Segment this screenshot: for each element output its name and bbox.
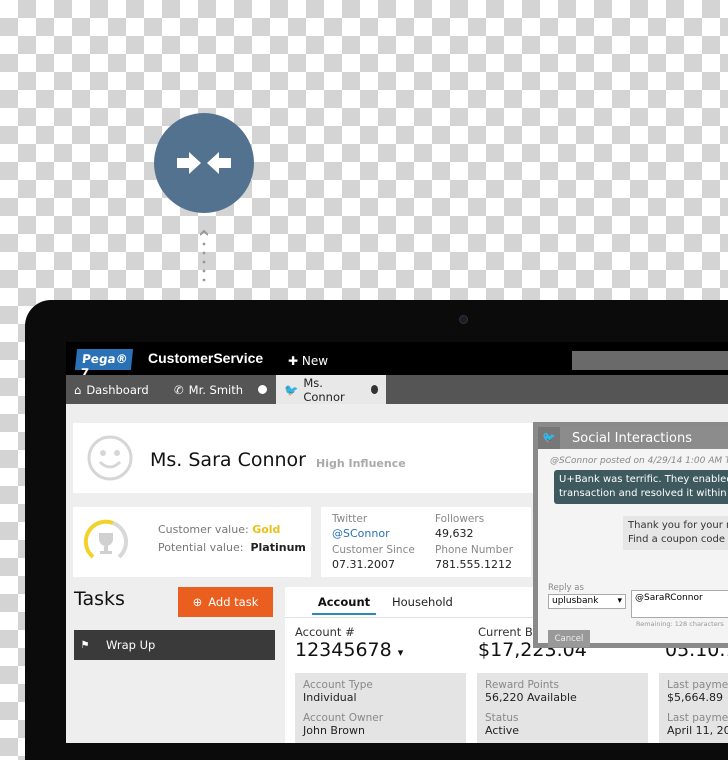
caret-down-icon: ▾ (617, 596, 622, 606)
twitter-icon: 🐦 (284, 382, 299, 397)
reply-textarea[interactable]: @SaraRConnor (631, 590, 728, 618)
customer-header: Ms. Sara Connor High Influence (73, 423, 533, 493)
social-title: Social Interactions (572, 430, 692, 446)
tab-label: Dashboard (86, 382, 149, 397)
account-number: 12345678 (295, 639, 392, 661)
add-task-button[interactable]: ⊕ Add task (178, 587, 273, 617)
merge-button[interactable] (154, 113, 254, 213)
twitter-label: Twitter (332, 513, 368, 525)
tab-household[interactable]: Household (392, 595, 453, 609)
search-input[interactable] (572, 351, 728, 370)
add-task-label: Add task (208, 595, 259, 609)
tab-bar: ⌂ Dashboard ✆ Mr. Smith 🐦 Ms. Connor (66, 375, 728, 404)
followers-value: 49,632 (435, 527, 474, 540)
home-icon: ⌂ (74, 382, 82, 397)
customer-name: Ms. Sara Connor (150, 449, 306, 471)
payment-info-box: Last paymen$5,664.89 Last paymenApril 11… (659, 673, 728, 743)
tasks-title: Tasks (74, 588, 125, 610)
value: Individual (303, 691, 357, 704)
customer-value: Customer value: Gold (158, 523, 280, 536)
post-meta: @SConnor posted on 4/29/14 1:00 AM T (550, 456, 728, 466)
value: 56,220 Available (485, 691, 577, 704)
tab-account[interactable]: Account (312, 595, 376, 615)
merge-arrows-icon (177, 152, 231, 174)
label: Last paymen (667, 712, 728, 724)
close-icon[interactable] (370, 385, 378, 394)
smiley-avatar-icon (87, 435, 133, 481)
remaining-count: Remaining: 128 characters (636, 620, 724, 628)
new-label: New (301, 354, 329, 368)
phone-icon: ✆ (174, 382, 184, 397)
value-card: Customer value: Gold Potential value: Pl… (73, 507, 311, 577)
phone-label: Phone Number (435, 544, 514, 556)
reply-as-select[interactable]: uplusbank ▾ (548, 594, 626, 609)
label: Account Owner (303, 712, 384, 724)
value: Platinum (250, 541, 306, 554)
post-line: transaction and resolved it within a m (559, 488, 728, 499)
phone-value: 781.555.1212 (435, 558, 512, 571)
dotted-connector (200, 229, 208, 282)
reply-line: Find a coupon code fo (628, 534, 728, 545)
value: John Brown (303, 724, 365, 737)
reply-line: Thank you for your m (628, 520, 728, 531)
value: $5,664.89 (667, 691, 723, 704)
tab-mr-smith[interactable]: ✆ Mr. Smith (166, 375, 275, 404)
trophy-gauge-icon (83, 519, 129, 559)
cancel-button[interactable]: Cancel (548, 630, 590, 647)
social-header: 🐦 Social Interactions (538, 427, 728, 449)
account-number-label: Account # (295, 625, 355, 639)
influence-badge: High Influence (316, 457, 406, 470)
label: Account Type (303, 679, 373, 691)
tab-label: Mr. Smith (188, 382, 244, 397)
header: Pega® 7 CustomerService ✚ New (66, 342, 728, 380)
checkered-flag-icon: ⚑ (80, 639, 90, 651)
task-label: Wrap Up (106, 638, 156, 652)
pega-logo: Pega® 7 (74, 349, 134, 380)
task-item[interactable]: ⚑ Wrap Up (74, 630, 275, 660)
label: Status (485, 712, 519, 724)
label: Reward Points (485, 679, 559, 691)
since-value: 07.31.2007 (332, 558, 395, 571)
account-number-dropdown[interactable]: 12345678 ▾ (295, 639, 403, 661)
followers-label: Followers (435, 513, 485, 525)
value: Active (485, 724, 520, 737)
camera-icon (459, 315, 468, 324)
close-icon[interactable] (258, 385, 268, 394)
label: Potential value: (158, 541, 244, 554)
value: April 11, 20 (667, 724, 728, 737)
caret-down-icon: ▾ (397, 646, 404, 659)
account-info-box: Account Type Individual Account Owner John… (295, 673, 466, 743)
selected-value: uplusbank (552, 596, 599, 606)
tab-label: Ms. Connor (303, 375, 345, 404)
twitter-icon: 🐦 (538, 427, 560, 449)
contact-card: Twitter @SConnor Followers 49,632 Custom… (321, 507, 531, 577)
app-title: CustomerService (148, 350, 264, 366)
reply-as-label: Reply as (548, 583, 584, 593)
since-label: Customer Since (332, 544, 415, 556)
tab-dashboard[interactable]: ⌂ Dashboard (66, 375, 157, 404)
value: Gold (252, 523, 281, 536)
customer-post: U+Bank was terrific. They enabled me tran… (554, 470, 728, 504)
new-button[interactable]: ✚ New (288, 354, 328, 368)
twitter-link[interactable]: @SConnor (332, 527, 390, 540)
bank-reply: Thank you for your m Find a coupon code f… (623, 516, 728, 550)
label: Customer value: (158, 523, 249, 536)
rewards-info-box: Reward Points 56,220 Available Status Acti… (477, 673, 648, 743)
tab-ms-connor[interactable]: 🐦 Ms. Connor (276, 375, 386, 404)
post-line: U+Bank was terrific. They enabled me (559, 474, 728, 485)
plus-icon: ✚ (288, 354, 299, 368)
label: Last paymen (667, 679, 728, 691)
app-screen: Pega® 7 CustomerService ✚ New ⌂ Dashboard… (66, 342, 728, 743)
potential-value: Potential value: Platinum (158, 541, 306, 554)
plus-circle-icon: ⊕ (192, 595, 203, 609)
social-interactions-panel: 🐦 Social Interactions @SConnor posted on … (533, 422, 728, 648)
